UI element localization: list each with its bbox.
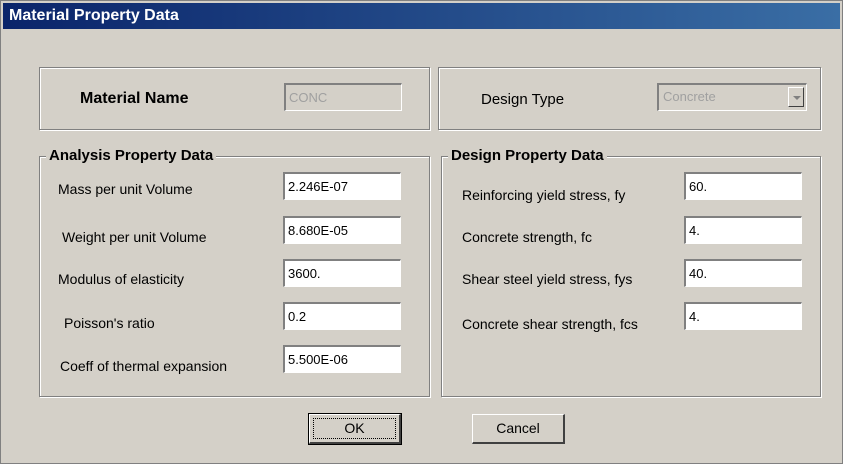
analysis-property-title: Analysis Property Data: [46, 147, 217, 164]
concrete-shear-strength-field[interactable]: [684, 302, 802, 330]
material-name-field[interactable]: [284, 83, 402, 111]
design-type-label: Design Type: [481, 91, 565, 108]
design-type-group: Design Type Concrete: [438, 67, 821, 130]
design-property-group: Design Property Data Reinforcing yield s…: [441, 147, 821, 397]
shear-steel-yield-stress-label: Shear steel yield stress, fys: [462, 271, 633, 287]
dialog-title: Material Property Data: [9, 7, 179, 24]
weight-per-unit-volume-label: Weight per unit Volume: [62, 229, 207, 245]
design-type-value: Concrete: [663, 89, 716, 104]
coeff-thermal-expansion-field[interactable]: [283, 345, 401, 373]
shear-steel-yield-stress-field[interactable]: [684, 259, 802, 287]
reinforcing-yield-stress-label: Reinforcing yield stress, fy: [462, 187, 626, 203]
concrete-strength-field[interactable]: [684, 216, 802, 244]
design-type-select[interactable]: Concrete: [657, 83, 807, 111]
concrete-shear-strength-label: Concrete shear strength, fcs: [462, 316, 638, 332]
chevron-down-icon[interactable]: [788, 87, 804, 107]
analysis-property-group: Analysis Property Data Mass per unit Vol…: [39, 147, 430, 397]
cancel-button[interactable]: Cancel: [472, 414, 565, 444]
title-bar[interactable]: Material Property Data: [3, 3, 840, 29]
modulus-of-elasticity-field[interactable]: [283, 259, 401, 287]
design-property-title: Design Property Data: [448, 147, 607, 164]
poissons-ratio-label: Poisson's ratio: [64, 315, 155, 331]
weight-per-unit-volume-field[interactable]: [283, 216, 401, 244]
mass-per-unit-volume-field[interactable]: [283, 172, 401, 200]
focus-rect: [313, 418, 396, 439]
reinforcing-yield-stress-field[interactable]: [684, 172, 802, 200]
mass-per-unit-volume-label: Mass per unit Volume: [58, 181, 193, 197]
concrete-strength-label: Concrete strength, fc: [462, 229, 592, 245]
modulus-of-elasticity-label: Modulus of elasticity: [58, 271, 185, 287]
material-property-dialog: Material Property Data Material Name Des…: [0, 0, 843, 464]
material-name-label: Material Name: [80, 90, 189, 107]
poissons-ratio-field[interactable]: [283, 302, 401, 330]
coeff-thermal-expansion-label: Coeff of thermal expansion: [60, 358, 228, 374]
ok-button[interactable]: OK: [308, 413, 402, 445]
material-name-group: Material Name: [39, 67, 430, 130]
cancel-button-label: Cancel: [496, 420, 540, 436]
